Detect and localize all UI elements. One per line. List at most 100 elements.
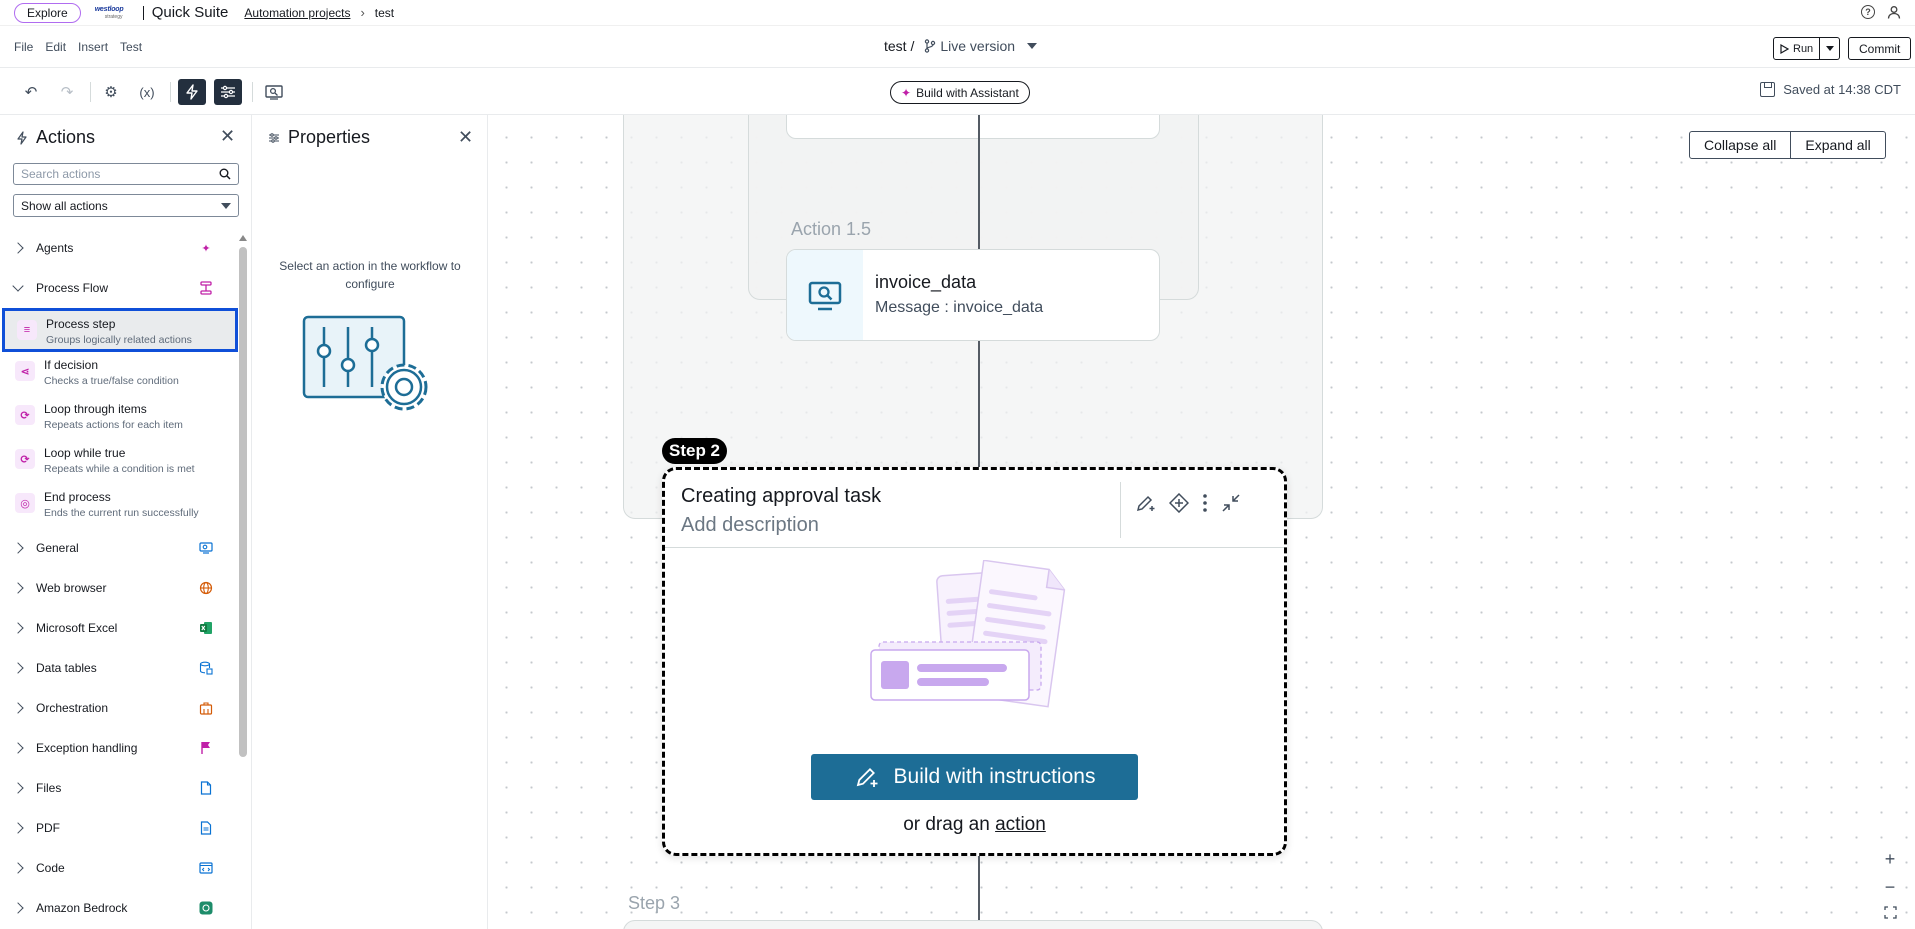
category-code[interactable]: Code	[0, 853, 232, 883]
search-icon[interactable]	[219, 168, 231, 180]
decision-branch-icon: ⋖	[15, 361, 35, 381]
breadcrumb-automation-projects[interactable]: Automation projects	[244, 6, 350, 20]
category-pdf[interactable]: PDF	[0, 813, 232, 843]
category-process-flow[interactable]: Process Flow	[0, 273, 232, 303]
zoom-in-icon[interactable]: +	[1885, 849, 1896, 870]
action-if-decision[interactable]: ⋖ If decision Checks a true/false condit…	[3, 352, 238, 396]
category-files[interactable]: Files	[0, 773, 232, 803]
menu-file[interactable]: File	[14, 40, 33, 54]
commit-button[interactable]: Commit	[1848, 37, 1912, 60]
fit-view-icon[interactable]	[1883, 906, 1897, 919]
chevron-down-icon	[12, 280, 24, 292]
undo-icon[interactable]: ↶	[19, 80, 43, 104]
action-card-previous[interactable]	[786, 115, 1160, 139]
step-2-container[interactable]: Creating approval task Add description B…	[662, 467, 1287, 856]
action-process-step[interactable]: ≡ Process step Groups logically related …	[2, 308, 238, 352]
project-version-selector[interactable]: test / Live version	[884, 38, 1038, 54]
action-number-label: Action 1.5	[791, 219, 872, 239]
category-amazon-bedrock[interactable]: Amazon Bedrock	[0, 893, 232, 923]
empty-step-illustration	[870, 560, 1066, 708]
toolbar-divider	[252, 82, 253, 102]
process-flow-icon	[198, 280, 214, 296]
scrollbar-thumb[interactable]	[239, 247, 247, 757]
edit-ai-icon[interactable]	[1135, 493, 1157, 513]
suite-title: Quick Suite	[151, 4, 229, 21]
edit-ai-icon	[856, 768, 878, 787]
build-with-instructions-button[interactable]: Build with instructions	[811, 754, 1138, 800]
bedrock-icon	[198, 900, 214, 916]
expand-all-button[interactable]: Expand all	[1791, 131, 1886, 159]
action-card-invoice-data[interactable]: invoice_data Message : invoice_data	[786, 249, 1160, 341]
run-options-button[interactable]	[1820, 37, 1841, 60]
help-icon[interactable]: ?	[1861, 5, 1875, 19]
chevron-right-icon	[12, 862, 24, 874]
loop-while-icon: ⟳	[15, 449, 35, 469]
filter-value: Show all actions	[21, 198, 108, 213]
drag-action-hint: or drag an action	[665, 814, 1284, 836]
branch-icon	[925, 39, 936, 53]
top-bar: Explore westloop strategy Quick Suite Au…	[0, 0, 1915, 26]
category-exception-handling[interactable]: Exception handling	[0, 733, 232, 763]
collapse-all-button[interactable]: Collapse all	[1689, 131, 1792, 159]
step-3-container[interactable]	[623, 920, 1323, 929]
globe-icon	[198, 580, 214, 596]
save-icon	[1760, 82, 1776, 97]
actions-panel: Actions ✕ Show all actions Agents ✦ Proc…	[0, 115, 252, 929]
chevron-right-icon	[12, 662, 24, 674]
run-button[interactable]: Run	[1773, 37, 1821, 60]
workflow-canvas[interactable]: Action 1.5 invoice_data Message : invoic…	[488, 115, 1915, 929]
category-general[interactable]: General	[0, 533, 232, 563]
breadcrumb-chevron-icon: ›	[360, 5, 365, 20]
category-web-browser[interactable]: Web browser	[0, 573, 232, 603]
build-with-assistant-button[interactable]: ✦ Build with Assistant	[890, 81, 1030, 104]
actions-scrollbar[interactable]	[238, 235, 247, 875]
sparkle-icon: ✦	[901, 85, 912, 100]
search-actions-input[interactable]	[21, 167, 201, 181]
toolbar-divider	[170, 82, 171, 102]
monitor-search-icon	[198, 540, 214, 556]
explore-button[interactable]: Explore	[14, 2, 81, 23]
category-microsoft-excel[interactable]: Microsoft Excel	[0, 613, 232, 643]
close-actions-icon[interactable]: ✕	[220, 126, 235, 147]
menu-insert[interactable]: Insert	[78, 40, 108, 54]
category-data-tables[interactable]: Data tables	[0, 653, 232, 683]
step-2-title[interactable]: Creating approval task	[681, 485, 881, 508]
chevron-down-icon	[1027, 43, 1038, 49]
action-loop-while-true[interactable]: ⟳ Loop while true Repeats while a condit…	[3, 440, 238, 484]
category-orchestration[interactable]: Orchestration	[0, 693, 232, 723]
action-loop-through-items[interactable]: ⟳ Loop through items Repeats actions for…	[3, 396, 238, 440]
lightning-icon	[17, 130, 27, 145]
sparkle-icon: ✦	[201, 242, 211, 255]
more-options-icon[interactable]	[1201, 493, 1209, 513]
scroll-up-arrow[interactable]	[239, 235, 247, 241]
action-filter-select[interactable]: Show all actions	[13, 194, 239, 217]
step-2-description[interactable]: Add description	[681, 514, 819, 537]
settings-icon[interactable]: ⚙	[99, 80, 123, 104]
step-header-divider	[665, 547, 1284, 548]
preview-monitor-icon[interactable]	[262, 80, 286, 104]
add-action-icon[interactable]	[1169, 493, 1189, 513]
saved-time: Saved at 14:38 CDT	[1783, 82, 1901, 97]
chevron-right-icon	[12, 782, 24, 794]
chevron-right-icon	[12, 582, 24, 594]
logo-divider	[142, 5, 144, 20]
sliders-icon	[269, 132, 279, 143]
close-properties-icon[interactable]: ✕	[458, 127, 473, 148]
version-dropdown[interactable]: Live version	[924, 38, 1038, 54]
user-icon[interactable]	[1887, 5, 1901, 19]
properties-panel-toggle-icon[interactable]	[214, 79, 242, 105]
flag-icon	[198, 740, 214, 756]
variables-icon[interactable]: (x)	[135, 80, 159, 104]
menu-test[interactable]: Test	[120, 40, 142, 54]
action-end-process[interactable]: ◎ End process Ends the current run succe…	[3, 484, 238, 528]
actions-panel-toggle-icon[interactable]	[178, 79, 206, 105]
zoom-controls: + −	[1875, 845, 1905, 923]
zoom-out-icon[interactable]: −	[1885, 877, 1896, 898]
redo-icon[interactable]: ↷	[55, 80, 79, 104]
step-tools-divider	[1120, 482, 1121, 538]
collapse-step-icon[interactable]	[1221, 493, 1241, 513]
search-actions-field[interactable]	[13, 163, 239, 185]
menu-edit[interactable]: Edit	[45, 40, 66, 54]
action-link[interactable]: action	[995, 814, 1046, 835]
category-agents[interactable]: Agents ✦	[0, 233, 232, 263]
